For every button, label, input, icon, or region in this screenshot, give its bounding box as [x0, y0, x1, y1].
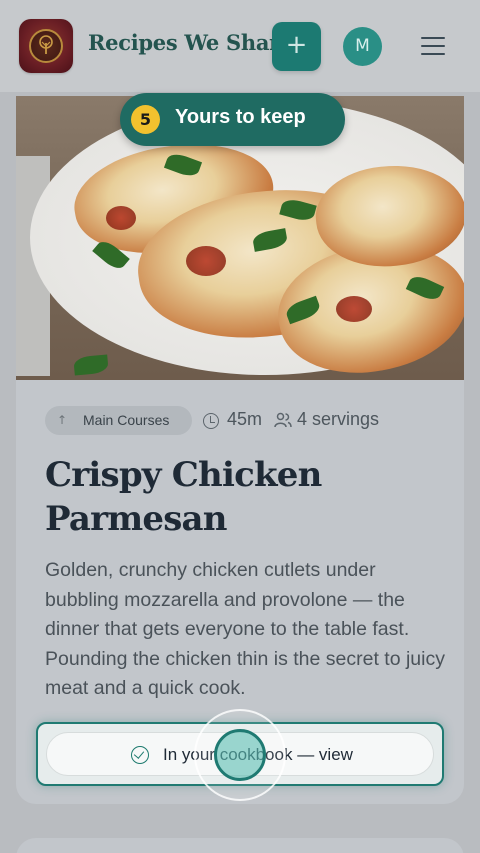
category-chip[interactable]: ↑ Main Courses: [45, 406, 192, 435]
next-recipe-card[interactable]: [16, 838, 464, 853]
step-number: 5: [131, 105, 160, 134]
category-label: Main Courses: [83, 412, 170, 428]
tap-indicator: [214, 729, 266, 781]
menu-icon[interactable]: [421, 37, 445, 55]
brand-name[interactable]: Recipes We Share: [88, 30, 293, 55]
recipe-title: Crispy Chicken Parmesan: [45, 455, 322, 539]
clock-icon: [203, 413, 219, 429]
sauce: [186, 246, 226, 276]
recipe-meta: ↑ Main Courses 45m 4 servings: [45, 406, 445, 436]
cook-time: 45m: [227, 409, 263, 429]
tour-step-badge: 5 Yours to keep: [120, 93, 345, 146]
step-label: Yours to keep: [175, 106, 306, 128]
user-avatar[interactable]: M: [343, 27, 382, 66]
app-header: Recipes We Share + M: [0, 0, 480, 92]
add-recipe-button[interactable]: +: [272, 22, 321, 71]
sauce: [336, 296, 372, 322]
basil-leaf: [73, 354, 109, 376]
recipe-card[interactable]: ↑ Main Courses 45m 4 servings Crispy Chi…: [16, 96, 464, 804]
app-logo[interactable]: [19, 19, 73, 73]
check-circle-icon: [131, 746, 149, 764]
sauce: [106, 206, 136, 230]
people-icon: [274, 412, 292, 428]
arrow-up-icon: ↑: [57, 413, 68, 427]
servings: 4 servings: [297, 409, 380, 429]
recipe-description: Golden, crunchy chicken cutlets under bu…: [45, 559, 445, 699]
tree-icon: [39, 35, 53, 54]
